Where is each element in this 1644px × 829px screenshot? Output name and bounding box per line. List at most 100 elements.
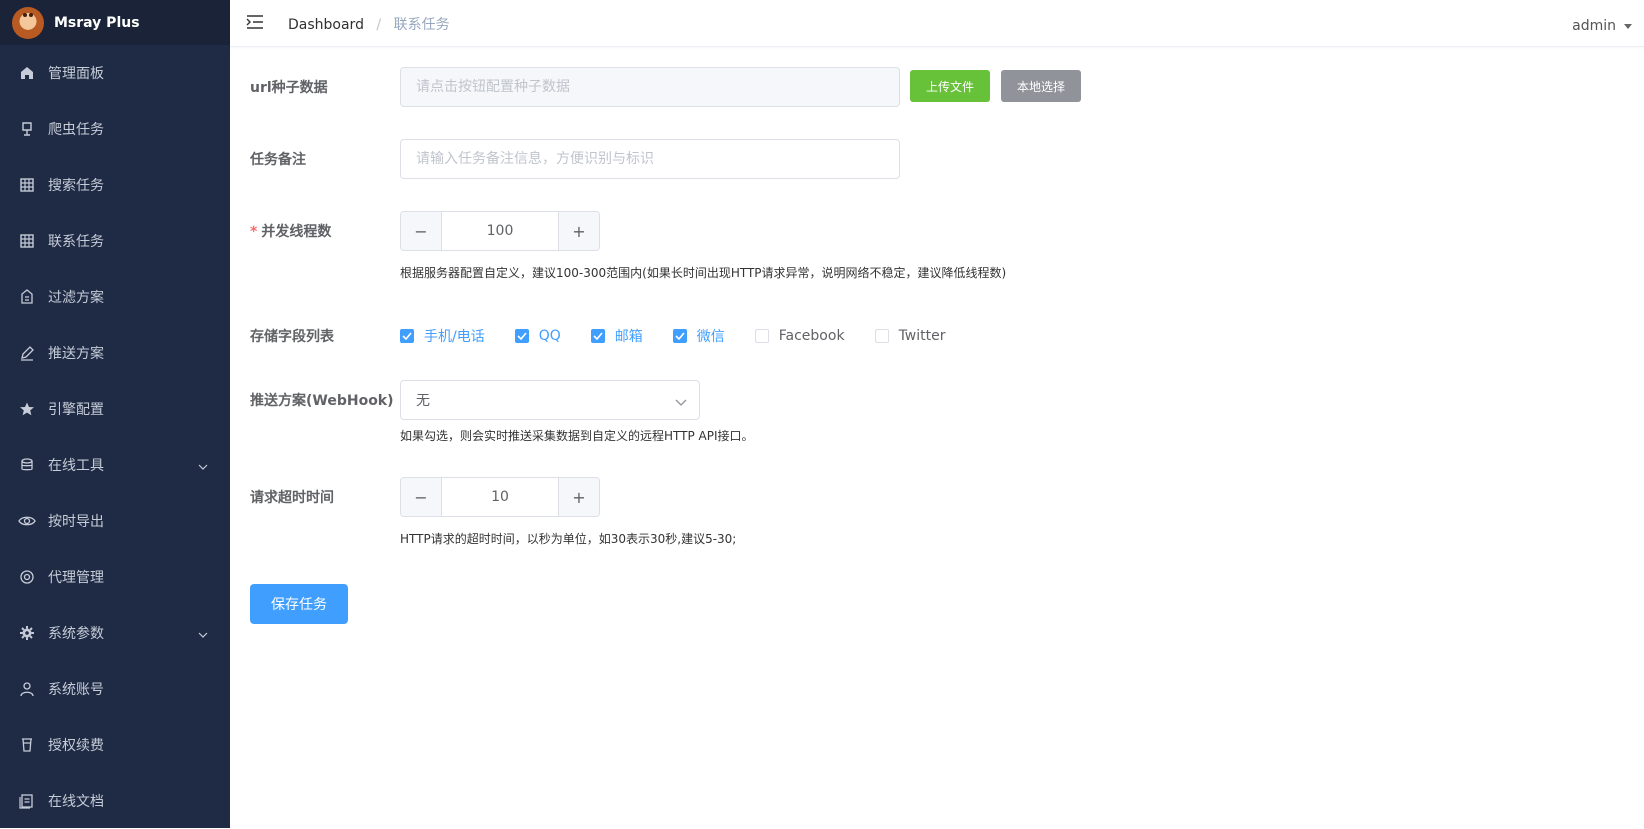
sidebar-item-label: 联系任务 bbox=[48, 234, 104, 250]
timeout-hint: HTTP请求的超时时间，以秒为单位，如30表示30秒,建议5-30; bbox=[400, 532, 737, 546]
sidebar-item-label: 系统账号 bbox=[48, 682, 104, 698]
monkey-logo-icon bbox=[12, 6, 44, 39]
webhook-select[interactable]: 无 bbox=[400, 380, 700, 420]
timeout-label: 请求超时时间 bbox=[250, 490, 334, 506]
top-header: Dashboard / 联系任务 admin bbox=[230, 0, 1644, 47]
checkbox-facebook[interactable]: Facebook bbox=[754, 328, 845, 344]
eye-icon bbox=[18, 512, 36, 530]
sidebar-item-label: 在线文档 bbox=[48, 794, 104, 810]
threads-value[interactable]: 100 bbox=[442, 212, 558, 250]
sidebar-item-label: 爬虫任务 bbox=[48, 122, 104, 138]
user-icon bbox=[18, 680, 36, 698]
pen-icon bbox=[18, 344, 36, 362]
task-form: url种子数据 上传文件 本地选择 任务备注 *并发线程数 − 100 + 根据… bbox=[230, 46, 1644, 828]
threads-increment-button[interactable]: + bbox=[558, 212, 599, 250]
menu-toggle-icon[interactable] bbox=[246, 14, 264, 34]
home-icon bbox=[18, 64, 36, 82]
sidebar-item-search[interactable]: 搜索任务 bbox=[0, 157, 230, 213]
sidebar-item-docs[interactable]: 在线文档 bbox=[0, 773, 230, 829]
sidebar-item-accounts[interactable]: 系统账号 bbox=[0, 661, 230, 717]
breadcrumb-current: 联系任务 bbox=[393, 17, 450, 33]
app-title: Msray Plus bbox=[54, 14, 140, 31]
seed-input[interactable] bbox=[400, 67, 900, 107]
sidebar-item-label: 授权续费 bbox=[48, 738, 104, 754]
webhook-selected-value: 无 bbox=[416, 393, 430, 409]
sidebar-item-label: 管理面板 bbox=[48, 66, 104, 82]
checkbox-label: 微信 bbox=[696, 329, 725, 345]
breadcrumb-separator: / bbox=[376, 17, 382, 33]
threads-decrement-button[interactable]: − bbox=[401, 212, 442, 250]
sidebar-item-label: 系统参数 bbox=[48, 626, 104, 642]
sidebar-item-engine[interactable]: 引擎配置 bbox=[0, 381, 230, 437]
grid-icon bbox=[18, 232, 36, 250]
sidebar-menu: 管理面板 爬虫任务 搜索任务 联系任务 过滤方案 推送方案 引擎配置 在线工具 … bbox=[0, 45, 230, 829]
settings-icon bbox=[18, 568, 36, 586]
timeout-increment-button[interactable]: + bbox=[558, 478, 599, 516]
sidebar: Msray Plus 管理面板 爬虫任务 搜索任务 联系任务 过滤方案 推送方案… bbox=[0, 0, 230, 828]
chevron-down-icon bbox=[675, 395, 687, 411]
sidebar-item-crawler[interactable]: 爬虫任务 bbox=[0, 101, 230, 157]
user-menu[interactable]: admin bbox=[1572, 18, 1632, 34]
gear-icon bbox=[18, 624, 36, 642]
username: admin bbox=[1572, 18, 1616, 34]
webhook-hint: 如果勾选，则会实时推送采集数据到自定义的远程HTTP API接口。 bbox=[400, 429, 754, 443]
checkbox-unchecked-icon bbox=[874, 329, 889, 343]
fields-label: 存储字段列表 bbox=[250, 329, 334, 345]
save-task-button[interactable]: 保存任务 bbox=[250, 584, 348, 624]
checkbox-qq[interactable]: QQ bbox=[514, 328, 561, 344]
chevron-down-icon bbox=[198, 626, 208, 642]
required-mark: * bbox=[250, 224, 258, 240]
sidebar-item-label: 引擎配置 bbox=[48, 402, 104, 418]
checkbox-twitter[interactable]: Twitter bbox=[874, 328, 946, 344]
sidebar-item-label: 代理管理 bbox=[48, 570, 104, 586]
threads-hint: 根据服务器配置自定义，建议100-300范围内(如果长时间出现HTTP请求异常，… bbox=[400, 266, 1007, 280]
grid-icon bbox=[18, 176, 36, 194]
checkbox-wechat[interactable]: 微信 bbox=[672, 326, 725, 346]
sidebar-item-export[interactable]: 按时导出 bbox=[0, 493, 230, 549]
local-select-button[interactable]: 本地选择 bbox=[1001, 70, 1081, 102]
star-icon bbox=[18, 400, 36, 418]
sidebar-item-label: 搜索任务 bbox=[48, 178, 104, 194]
upload-file-button[interactable]: 上传文件 bbox=[910, 70, 990, 102]
fields-checkbox-group: 手机/电话 QQ 邮箱 微信 Facebook Twitter bbox=[400, 326, 975, 346]
sidebar-item-label: 按时导出 bbox=[48, 514, 104, 530]
sidebar-item-label: 推送方案 bbox=[48, 346, 104, 362]
checkbox-label: Twitter bbox=[898, 328, 946, 344]
document-icon bbox=[18, 792, 36, 810]
caret-down-icon bbox=[1624, 23, 1632, 29]
checkbox-checked-icon bbox=[672, 329, 687, 343]
building-icon bbox=[18, 288, 36, 306]
sidebar-item-system-params[interactable]: 系统参数 bbox=[0, 605, 230, 661]
logo-bar: Msray Plus bbox=[0, 0, 230, 45]
timeout-value[interactable]: 10 bbox=[442, 478, 558, 516]
lamp-icon bbox=[18, 120, 36, 138]
threads-stepper: − 100 + bbox=[400, 211, 600, 251]
checkbox-label: QQ bbox=[538, 328, 561, 344]
threads-label-text: 并发线程数 bbox=[261, 224, 332, 240]
checkbox-phone[interactable]: 手机/电话 bbox=[400, 326, 485, 346]
checkbox-unchecked-icon bbox=[754, 329, 769, 343]
sidebar-item-filter[interactable]: 过滤方案 bbox=[0, 269, 230, 325]
checkbox-email[interactable]: 邮箱 bbox=[590, 326, 643, 346]
checkbox-checked-icon bbox=[514, 329, 529, 343]
chevron-down-icon bbox=[198, 458, 208, 474]
checkbox-checked-icon bbox=[400, 329, 414, 343]
sidebar-item-dashboard[interactable]: 管理面板 bbox=[0, 45, 230, 101]
sidebar-item-label: 过滤方案 bbox=[48, 290, 104, 306]
sidebar-item-license[interactable]: 授权续费 bbox=[0, 717, 230, 773]
sidebar-item-push[interactable]: 推送方案 bbox=[0, 325, 230, 381]
sidebar-item-label: 在线工具 bbox=[48, 458, 104, 474]
webhook-label: 推送方案(WebHook) bbox=[250, 393, 394, 409]
sidebar-item-tools[interactable]: 在线工具 bbox=[0, 437, 230, 493]
sidebar-item-contact[interactable]: 联系任务 bbox=[0, 213, 230, 269]
breadcrumb-dashboard[interactable]: Dashboard bbox=[288, 17, 364, 33]
checkbox-label: 手机/电话 bbox=[424, 329, 485, 345]
threads-label: * 并发线程数 bbox=[250, 221, 331, 241]
sidebar-item-proxy[interactable]: 代理管理 bbox=[0, 549, 230, 605]
coins-icon bbox=[18, 456, 36, 474]
timeout-stepper: − 10 + bbox=[400, 477, 600, 517]
remark-input[interactable] bbox=[400, 139, 900, 179]
checkbox-label: Facebook bbox=[778, 328, 845, 344]
timeout-decrement-button[interactable]: − bbox=[401, 478, 442, 516]
checkbox-checked-icon bbox=[590, 329, 605, 343]
